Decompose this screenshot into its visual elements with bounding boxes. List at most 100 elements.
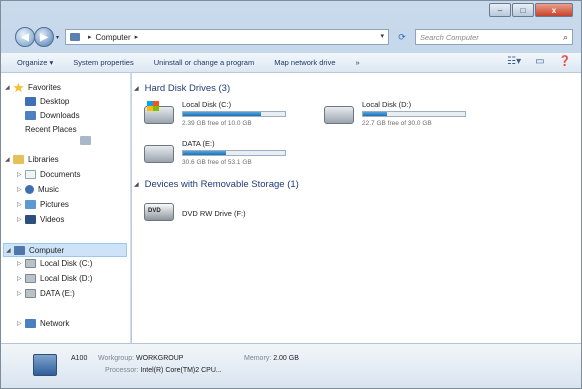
nav-label: Local Disk (C:) [40, 259, 93, 268]
system-drive-icon [144, 101, 174, 124]
help-icon[interactable]: ❓ [559, 56, 571, 67]
nav-label: Libraries [28, 155, 59, 164]
nav-desktop[interactable]: Desktop [25, 97, 69, 106]
collapse-icon[interactable]: ▷ [17, 186, 25, 193]
drive-dvd-f[interactable]: DVD RW Drive (F:) [144, 197, 294, 227]
nav-label: DATA (E:) [40, 289, 75, 298]
downloads-icon [25, 111, 36, 120]
recent-places-icon [80, 136, 91, 145]
search-icon[interactable]: ⌕ [563, 32, 568, 43]
star-icon [13, 83, 24, 92]
drive-usage-bar [182, 111, 286, 117]
drive-free-space: 30.6 GB free of 53.1 GB [182, 159, 252, 166]
collapse-icon[interactable]: ▷ [17, 275, 25, 282]
processor-value: Intel(R) Core(TM)2 CPU... [140, 367, 222, 374]
collapse-icon[interactable]: ▷ [17, 260, 25, 267]
drive-local-disk-c[interactable]: Local Disk (C:) 2.39 GB free of 10.0 GB [144, 100, 294, 132]
nav-music[interactable]: ▷ Music [17, 185, 59, 194]
maximize-button[interactable]: □ [512, 3, 534, 17]
expand-icon[interactable]: ◢ [6, 247, 14, 254]
organize-menu[interactable]: Organize ▾ [17, 58, 53, 67]
nav-libraries[interactable]: ◢ Libraries [5, 155, 59, 164]
collapse-icon[interactable]: ▷ [17, 171, 25, 178]
drive-name: Local Disk (D:) [362, 100, 412, 109]
nav-label: Music [38, 185, 59, 194]
collapse-icon[interactable]: ▷ [17, 290, 25, 297]
system-properties-button[interactable]: System properties [73, 58, 133, 67]
nav-pictures[interactable]: ▷ Pictures [17, 200, 69, 209]
address-dropdown-icon[interactable]: ▾ [380, 32, 384, 40]
detail-computer-name: A100 [71, 355, 87, 362]
libraries-icon [13, 155, 24, 164]
close-button[interactable]: x [535, 3, 573, 17]
details-pane: A100 Workgroup: WORKGROUP Memory: 2.00 G… [1, 343, 581, 388]
nav-computer[interactable]: ◢ Computer [3, 243, 127, 257]
more-commands-button[interactable]: » [356, 58, 360, 67]
uninstall-program-button[interactable]: Uninstall or change a program [154, 58, 254, 67]
explorer-window: – □ x ◀ ▶ ▾ ▸ Computer ▸ ▾ ⟳ Search Comp… [0, 0, 582, 389]
nav-recent-places[interactable]: Recent Places [25, 125, 91, 145]
detail-memory: Memory: 2.00 GB [244, 355, 299, 362]
drive-usage-bar [182, 150, 286, 156]
detail-processor: Processor: Intel(R) Core(TM)2 CPU... [105, 367, 222, 374]
nav-favorites[interactable]: ◢ Favorites [5, 83, 61, 92]
hard-disk-icon [324, 106, 354, 124]
preview-pane-icon[interactable]: ▭ [535, 56, 544, 67]
search-placeholder: Search Computer [420, 33, 479, 42]
drive-usage-fill [183, 112, 261, 116]
refresh-button[interactable]: ⟳ [393, 29, 411, 45]
forward-button[interactable]: ▶ [34, 27, 54, 47]
videos-icon [25, 215, 36, 224]
address-bar[interactable]: ▸ Computer ▸ ▾ [65, 29, 389, 45]
drive-usage-fill [363, 112, 388, 116]
collapse-icon[interactable]: ▷ [17, 216, 25, 223]
pictures-icon [25, 200, 36, 209]
map-network-drive-button[interactable]: Map network drive [274, 58, 335, 67]
computer-name-value: A100 [71, 355, 88, 362]
expand-icon[interactable]: ◢ [5, 84, 13, 91]
drive-data-e[interactable]: DATA (E:) 30.6 GB free of 53.1 GB [144, 139, 294, 171]
collapse-group-icon[interactable]: ◢ [134, 181, 139, 188]
minimize-button[interactable]: – [489, 3, 511, 17]
command-bar: Organize ▾ System properties Uninstall o… [1, 53, 581, 73]
change-view-icon[interactable]: ☷▾ [507, 56, 521, 67]
nav-local-disk-d[interactable]: ▷ Local Disk (D:) [17, 274, 92, 283]
address-row: ◀ ▶ ▾ ▸ Computer ▸ ▾ ⟳ Search Computer ⌕ [1, 23, 581, 53]
drive-local-disk-d[interactable]: Local Disk (D:) 22.7 GB free of 30.0 GB [324, 100, 474, 132]
memory-value: 2.00 GB [273, 355, 299, 362]
group-header-removable-storage[interactable]: ◢ Devices with Removable Storage (1) [134, 179, 299, 190]
nav-documents[interactable]: ▷ Documents [17, 170, 80, 179]
collapse-group-icon[interactable]: ◢ [134, 85, 139, 92]
drive-usage-bar [362, 111, 466, 117]
nav-network[interactable]: ▷ Network [17, 319, 69, 328]
hard-disk-icon [144, 145, 174, 163]
group-header-hard-disk-drives[interactable]: ◢ Hard Disk Drives (3) [134, 83, 230, 94]
drive-name: Local Disk (C:) [182, 100, 232, 109]
hard-disk-icon [25, 289, 36, 298]
desktop-icon [25, 97, 36, 106]
nav-videos[interactable]: ▷ Videos [17, 215, 64, 224]
breadcrumb-separator[interactable]: ▸ [135, 33, 139, 41]
back-button[interactable]: ◀ [15, 27, 35, 47]
nav-downloads[interactable]: Downloads [25, 111, 80, 120]
breadcrumb-separator: ▸ [88, 34, 92, 41]
nav-label: Desktop [40, 97, 70, 106]
window-controls: – □ x [488, 3, 573, 17]
breadcrumb-computer[interactable]: Computer [96, 33, 131, 42]
collapse-icon[interactable]: ▷ [17, 201, 25, 208]
nav-local-disk-c[interactable]: ▷ Local Disk (C:) [17, 259, 92, 268]
nav-label: Videos [40, 215, 65, 224]
view-controls: ☷▾ ▭ ❓ [493, 56, 571, 67]
nav-data-e[interactable]: ▷ DATA (E:) [17, 289, 75, 298]
expand-icon[interactable]: ◢ [5, 156, 13, 163]
group-title: Hard Disk Drives (3) [144, 83, 231, 94]
nav-label: Recent Places [25, 125, 77, 134]
recent-pages-dropdown[interactable]: ▾ [56, 34, 59, 41]
workgroup-value: WORKGROUP [136, 355, 184, 362]
search-input[interactable]: Search Computer ⌕ [415, 29, 573, 45]
computer-icon [33, 354, 57, 376]
detail-workgroup: Workgroup: WORKGROUP [98, 355, 183, 362]
collapse-icon[interactable]: ▷ [17, 320, 25, 327]
hard-disk-icon [25, 274, 36, 283]
computer-icon [70, 33, 80, 41]
